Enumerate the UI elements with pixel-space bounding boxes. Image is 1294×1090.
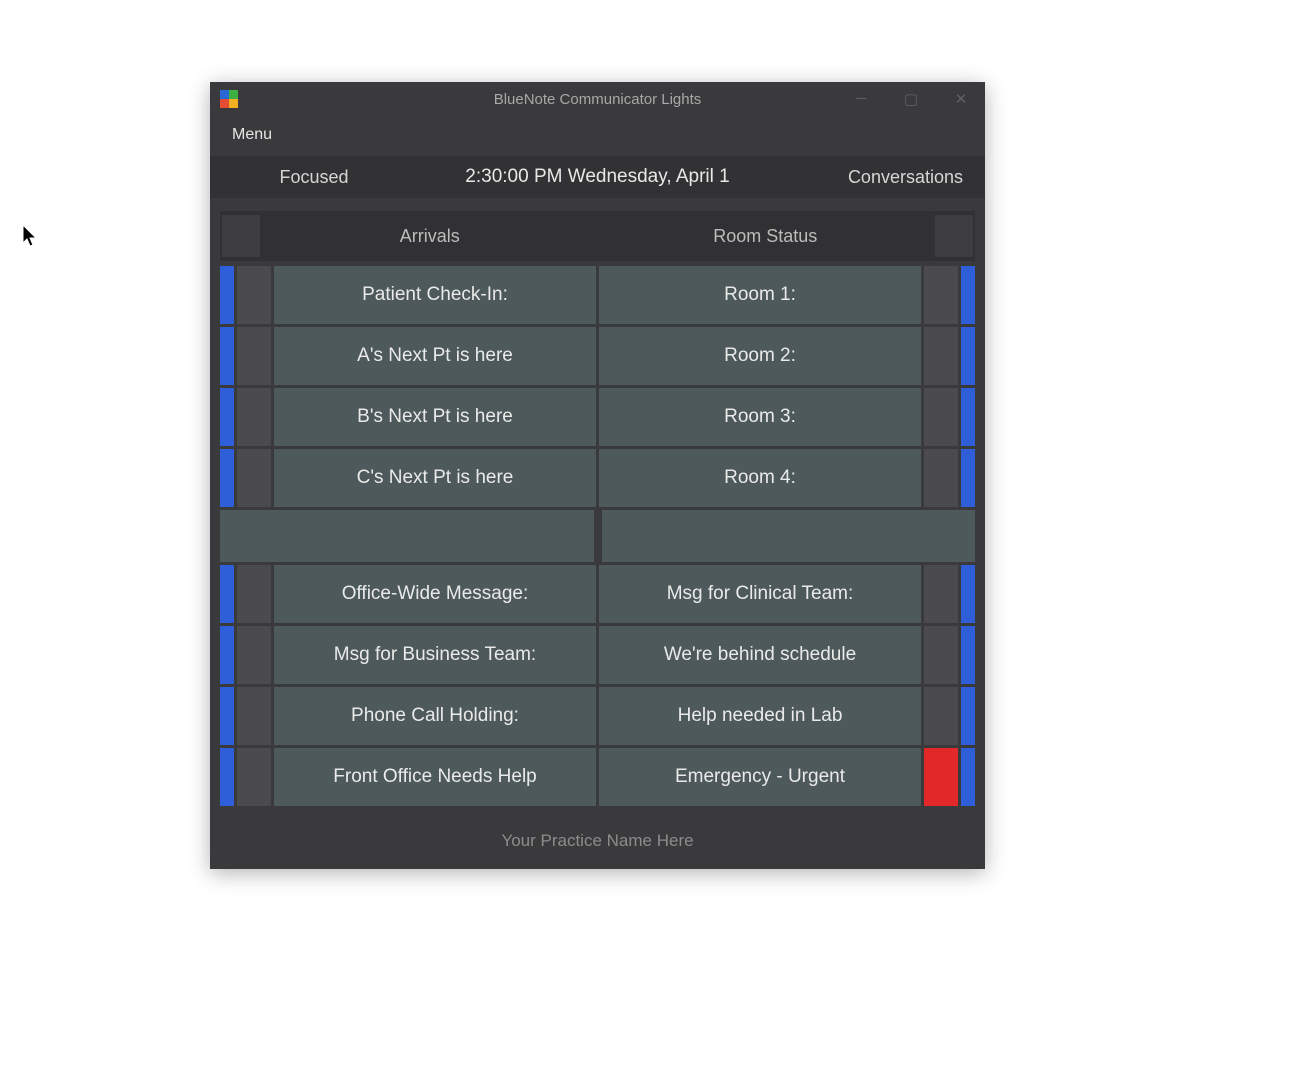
message-light[interactable]: Help needed in Lab: [599, 687, 921, 745]
info-bar: Focused 2:30:00 PM Wednesday, April 1 Co…: [210, 156, 985, 198]
left-mini-button[interactable]: [237, 449, 271, 507]
arrival-light[interactable]: C's Next Pt is here: [274, 449, 596, 507]
right-stripe-indicator[interactable]: [961, 449, 975, 507]
light-row: Phone Call Holding: Help needed in Lab: [216, 687, 979, 745]
left-mini-button[interactable]: [237, 626, 271, 684]
close-button[interactable]: ✕: [947, 90, 975, 108]
left-stripe-indicator[interactable]: [220, 449, 234, 507]
header-right-edge[interactable]: [935, 215, 973, 257]
right-stripe-indicator[interactable]: [961, 327, 975, 385]
window-controls: ─ ▢ ✕: [847, 90, 975, 108]
light-row: C's Next Pt is here Room 4:: [216, 449, 979, 507]
mouse-cursor-icon: [22, 225, 40, 249]
light-row: Patient Check-In: Room 1:: [216, 266, 979, 324]
emergency-light[interactable]: Emergency - Urgent: [599, 748, 921, 806]
light-row: Front Office Needs Help Emergency - Urge…: [216, 748, 979, 806]
practice-name-footer: Your Practice Name Here: [210, 815, 985, 869]
message-light[interactable]: Msg for Clinical Team:: [599, 565, 921, 623]
light-row: B's Next Pt is here Room 3:: [216, 388, 979, 446]
right-mini-button[interactable]: [924, 565, 958, 623]
menu-button[interactable]: Menu: [210, 116, 985, 156]
message-light[interactable]: Msg for Business Team:: [274, 626, 596, 684]
left-stripe-indicator[interactable]: [220, 748, 234, 806]
maximize-button[interactable]: ▢: [897, 90, 925, 108]
room-status-header: Room Status: [598, 226, 934, 247]
left-stripe-indicator[interactable]: [220, 626, 234, 684]
separator-row: [220, 510, 975, 562]
message-light[interactable]: Phone Call Holding:: [274, 687, 596, 745]
arrival-light[interactable]: B's Next Pt is here: [274, 388, 596, 446]
right-stripe-indicator[interactable]: [961, 565, 975, 623]
left-mini-button[interactable]: [237, 687, 271, 745]
right-mini-button[interactable]: [924, 687, 958, 745]
focused-tab[interactable]: Focused: [224, 167, 404, 188]
right-mini-button[interactable]: [924, 449, 958, 507]
message-light[interactable]: We're behind schedule: [599, 626, 921, 684]
right-stripe-indicator[interactable]: [961, 748, 975, 806]
left-mini-button[interactable]: [237, 266, 271, 324]
room-light[interactable]: Room 2:: [599, 327, 921, 385]
left-mini-button[interactable]: [237, 565, 271, 623]
conversations-tab[interactable]: Conversations: [791, 167, 971, 188]
left-stripe-indicator[interactable]: [220, 388, 234, 446]
room-light[interactable]: Room 3:: [599, 388, 921, 446]
left-mini-button[interactable]: [237, 327, 271, 385]
arrivals-header: Arrivals: [262, 226, 598, 247]
app-logo-icon: [220, 90, 238, 108]
app-window: BlueNote Communicator Lights ─ ▢ ✕ Menu …: [210, 82, 985, 869]
left-stripe-indicator[interactable]: [220, 687, 234, 745]
left-mini-button[interactable]: [237, 388, 271, 446]
light-row: Office-Wide Message: Msg for Clinical Te…: [216, 565, 979, 623]
room-light[interactable]: Room 1:: [599, 266, 921, 324]
lights-grid: Arrivals Room Status Patient Check-In: R…: [210, 198, 985, 815]
message-light[interactable]: Office-Wide Message:: [274, 565, 596, 623]
right-stripe-indicator[interactable]: [961, 266, 975, 324]
titlebar: BlueNote Communicator Lights ─ ▢ ✕: [210, 82, 985, 116]
left-mini-button[interactable]: [237, 748, 271, 806]
right-mini-button[interactable]: [924, 327, 958, 385]
header-left-edge[interactable]: [222, 215, 260, 257]
message-light[interactable]: Front Office Needs Help: [274, 748, 596, 806]
right-stripe-indicator[interactable]: [961, 626, 975, 684]
left-stripe-indicator[interactable]: [220, 565, 234, 623]
minimize-button[interactable]: ─: [847, 90, 875, 108]
light-row: Msg for Business Team: We're behind sche…: [216, 626, 979, 684]
room-light[interactable]: Room 4:: [599, 449, 921, 507]
arrival-light[interactable]: A's Next Pt is here: [274, 327, 596, 385]
datetime-display: 2:30:00 PM Wednesday, April 1: [404, 166, 791, 188]
right-stripe-indicator[interactable]: [961, 388, 975, 446]
blank-cell-right[interactable]: [602, 510, 976, 562]
arrival-light[interactable]: Patient Check-In:: [274, 266, 596, 324]
right-mini-button[interactable]: [924, 266, 958, 324]
right-mini-button[interactable]: [924, 388, 958, 446]
column-header-row: Arrivals Room Status: [220, 211, 975, 261]
left-stripe-indicator[interactable]: [220, 266, 234, 324]
right-mini-button[interactable]: [924, 626, 958, 684]
right-mini-button-emergency[interactable]: [924, 748, 958, 806]
blank-cell-left[interactable]: [220, 510, 594, 562]
right-stripe-indicator[interactable]: [961, 687, 975, 745]
left-stripe-indicator[interactable]: [220, 327, 234, 385]
light-row: A's Next Pt is here Room 2:: [216, 327, 979, 385]
